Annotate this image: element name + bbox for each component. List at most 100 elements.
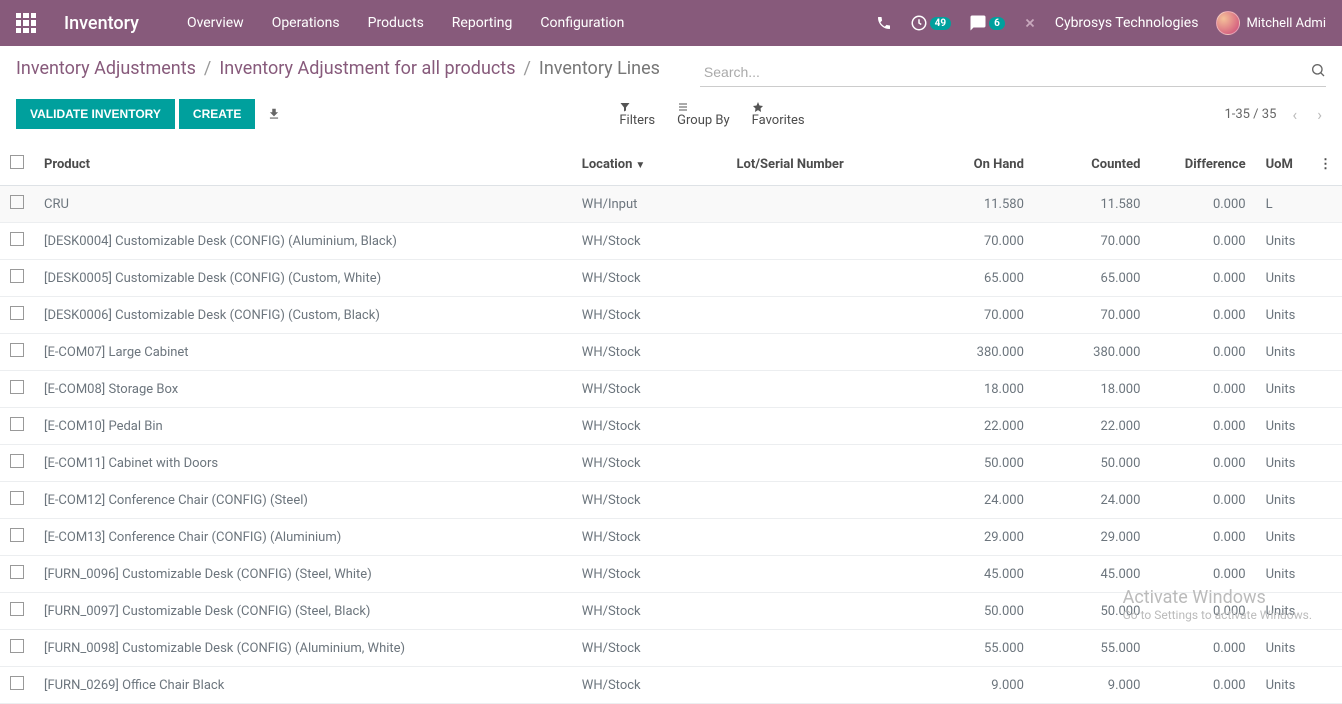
- row-checkbox[interactable]: [10, 343, 24, 357]
- favorites-button[interactable]: Favorites: [752, 101, 805, 128]
- cell-onhand: 9.000: [918, 667, 1034, 704]
- company-name[interactable]: Cybrosys Technologies: [1055, 15, 1199, 31]
- cell-location: WH/Input: [572, 186, 727, 223]
- cell-product: [FURN_0097] Customizable Desk (CONFIG) (…: [34, 593, 572, 630]
- row-checkbox[interactable]: [10, 380, 24, 394]
- export-icon[interactable]: [259, 101, 289, 127]
- table-row[interactable]: [DESK0004] Customizable Desk (CONFIG) (A…: [0, 223, 1342, 260]
- table-row[interactable]: [FURN_0269] Office Chair BlackWH/Stock9.…: [0, 667, 1342, 704]
- table-row[interactable]: [DESK0005] Customizable Desk (CONFIG) (C…: [0, 260, 1342, 297]
- row-checkbox[interactable]: [10, 491, 24, 505]
- filters-button[interactable]: Filters: [619, 101, 655, 128]
- cell-diff: 0.000: [1150, 667, 1255, 704]
- nav-reporting[interactable]: Reporting: [452, 15, 513, 31]
- cell-product: [FURN_0269] Office Chair Black: [34, 667, 572, 704]
- star-icon: [752, 101, 764, 113]
- activity-icon[interactable]: 49: [910, 14, 951, 32]
- nav-products[interactable]: Products: [368, 15, 424, 31]
- cell-location: WH/Stock: [572, 408, 727, 445]
- cell-location: WH/Stock: [572, 371, 727, 408]
- col-location[interactable]: Location▼: [572, 143, 727, 186]
- column-options-icon[interactable]: ⋮: [1309, 143, 1342, 186]
- table-row[interactable]: [DESK0006] Customizable Desk (CONFIG) (C…: [0, 297, 1342, 334]
- cell-counted: 24.000: [1034, 482, 1151, 519]
- table-row[interactable]: [FURN_0097] Customizable Desk (CONFIG) (…: [0, 593, 1342, 630]
- row-checkbox[interactable]: [10, 639, 24, 653]
- cell-lot: [726, 408, 917, 445]
- table-row[interactable]: [FURN_0096] Customizable Desk (CONFIG) (…: [0, 556, 1342, 593]
- validate-inventory-button[interactable]: VALIDATE INVENTORY: [16, 99, 175, 129]
- nav-operations[interactable]: Operations: [272, 15, 340, 31]
- col-onhand[interactable]: On Hand: [918, 143, 1034, 186]
- discuss-badge: 6: [989, 17, 1005, 30]
- row-checkbox[interactable]: [10, 528, 24, 542]
- cell-uom: L: [1256, 186, 1309, 223]
- cell-diff: 0.000: [1150, 371, 1255, 408]
- cell-uom: Units: [1256, 371, 1309, 408]
- row-checkbox[interactable]: [10, 195, 24, 209]
- inventory-lines-table: Product Location▼ Lot/Serial Number On H…: [0, 143, 1342, 704]
- cell-product: [E-COM13] Conference Chair (CONFIG) (Alu…: [34, 519, 572, 556]
- pager-next[interactable]: ›: [1313, 105, 1326, 124]
- cell-onhand: 11.580: [918, 186, 1034, 223]
- create-button[interactable]: CREATE: [179, 99, 255, 129]
- row-checkbox[interactable]: [10, 565, 24, 579]
- cell-onhand: 70.000: [918, 297, 1034, 334]
- col-diff[interactable]: Difference: [1150, 143, 1255, 186]
- search-icon[interactable]: [1310, 62, 1326, 78]
- cell-lot: [726, 260, 917, 297]
- cell-onhand: 29.000: [918, 519, 1034, 556]
- col-uom[interactable]: UoM: [1256, 143, 1309, 186]
- cell-uom: Units: [1256, 593, 1309, 630]
- groupby-button[interactable]: Group By: [677, 101, 730, 128]
- cell-counted: 70.000: [1034, 297, 1151, 334]
- cell-counted: 65.000: [1034, 260, 1151, 297]
- cell-product: [DESK0006] Customizable Desk (CONFIG) (C…: [34, 297, 572, 334]
- row-checkbox[interactable]: [10, 269, 24, 283]
- discuss-icon[interactable]: 6: [969, 14, 1005, 32]
- cell-product: [DESK0005] Customizable Desk (CONFIG) (C…: [34, 260, 572, 297]
- cell-onhand: 70.000: [918, 223, 1034, 260]
- table-row[interactable]: [E-COM13] Conference Chair (CONFIG) (Alu…: [0, 519, 1342, 556]
- select-all-checkbox[interactable]: [10, 155, 24, 169]
- cell-lot: [726, 630, 917, 667]
- nav-overview[interactable]: Overview: [187, 15, 244, 31]
- table-row[interactable]: CRUWH/Input11.58011.5800.000L: [0, 186, 1342, 223]
- cell-counted: 50.000: [1034, 593, 1151, 630]
- breadcrumb-item-2[interactable]: Inventory Adjustment for all products: [219, 58, 515, 79]
- breadcrumb-item-1[interactable]: Inventory Adjustments: [16, 58, 196, 79]
- table-row[interactable]: [E-COM12] Conference Chair (CONFIG) (Ste…: [0, 482, 1342, 519]
- search-input[interactable]: [700, 58, 1326, 87]
- cell-product: CRU: [34, 186, 572, 223]
- cell-lot: [726, 334, 917, 371]
- cell-diff: 0.000: [1150, 260, 1255, 297]
- cell-uom: Units: [1256, 482, 1309, 519]
- cell-diff: 0.000: [1150, 445, 1255, 482]
- pager-prev[interactable]: ‹: [1288, 105, 1301, 124]
- user-menu[interactable]: Mitchell Admi: [1216, 11, 1326, 35]
- cell-counted: 70.000: [1034, 223, 1151, 260]
- cell-diff: 0.000: [1150, 334, 1255, 371]
- table-row[interactable]: [E-COM10] Pedal BinWH/Stock22.00022.0000…: [0, 408, 1342, 445]
- col-counted[interactable]: Counted: [1034, 143, 1151, 186]
- col-lot[interactable]: Lot/Serial Number: [726, 143, 917, 186]
- phone-icon[interactable]: [876, 15, 892, 31]
- row-checkbox[interactable]: [10, 306, 24, 320]
- row-checkbox[interactable]: [10, 676, 24, 690]
- row-checkbox[interactable]: [10, 454, 24, 468]
- apps-icon[interactable]: [16, 13, 36, 33]
- col-product[interactable]: Product: [34, 143, 572, 186]
- table-row[interactable]: [E-COM11] Cabinet with DoorsWH/Stock50.0…: [0, 445, 1342, 482]
- cell-onhand: 45.000: [918, 556, 1034, 593]
- cell-counted: 22.000: [1034, 408, 1151, 445]
- table-row[interactable]: [FURN_0098] Customizable Desk (CONFIG) (…: [0, 630, 1342, 667]
- row-checkbox[interactable]: [10, 232, 24, 246]
- table-row[interactable]: [E-COM07] Large CabinetWH/Stock380.00038…: [0, 334, 1342, 371]
- nav-configuration[interactable]: Configuration: [540, 15, 624, 31]
- close-icon[interactable]: [1023, 16, 1037, 30]
- row-checkbox[interactable]: [10, 602, 24, 616]
- cell-uom: Units: [1256, 260, 1309, 297]
- table-row[interactable]: [E-COM08] Storage BoxWH/Stock18.00018.00…: [0, 371, 1342, 408]
- cell-diff: 0.000: [1150, 223, 1255, 260]
- row-checkbox[interactable]: [10, 417, 24, 431]
